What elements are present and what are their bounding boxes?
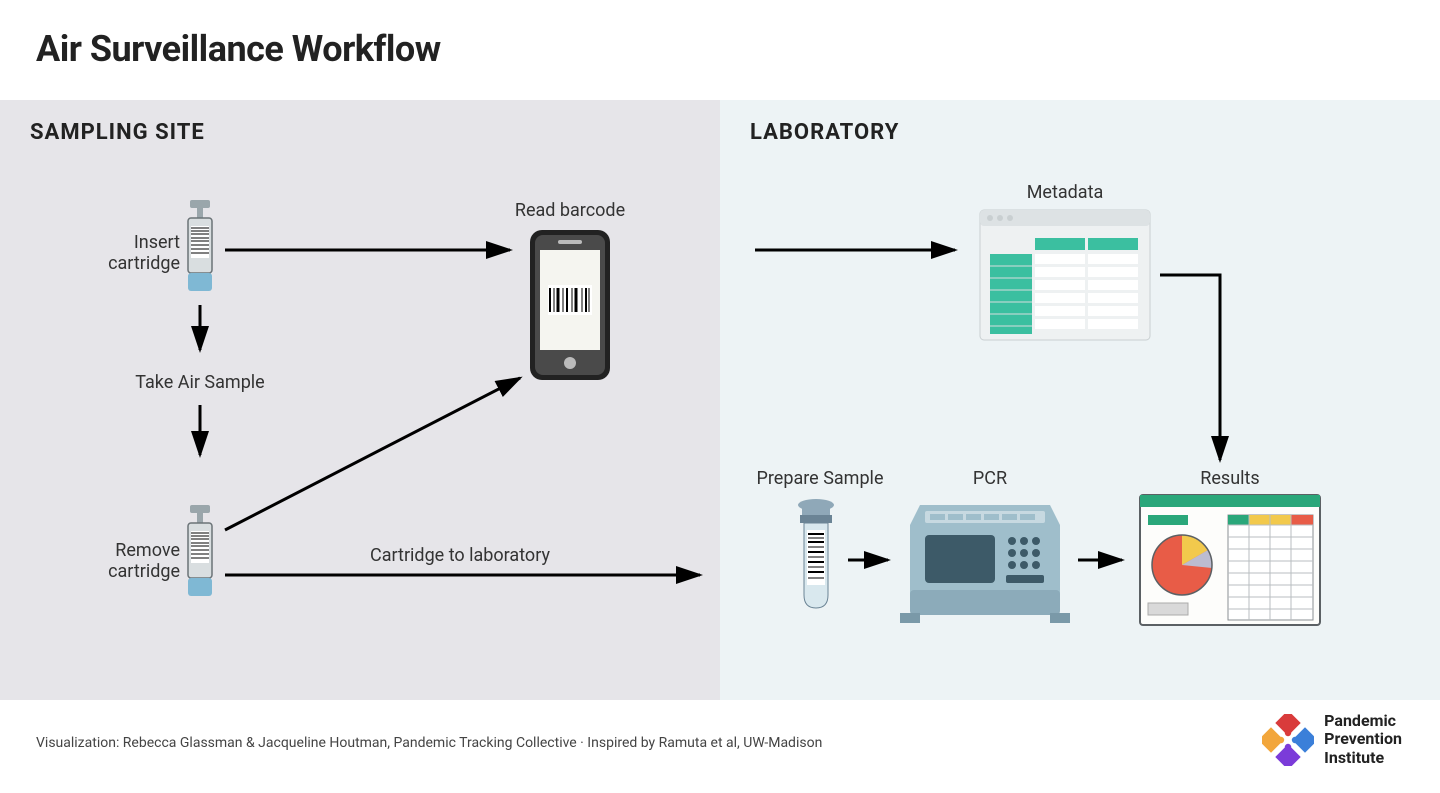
- logo-icon: [1262, 714, 1314, 766]
- brand-name: Pandemic Prevention Institute: [1324, 712, 1402, 767]
- panels: SAMPLING SITE LABORATORY: [0, 100, 1440, 700]
- section-label-left: SAMPLING SITE: [30, 120, 690, 145]
- caption-remove-cartridge: Remove cartridge: [65, 540, 180, 582]
- caption-pcr: PCR: [960, 468, 1020, 489]
- brand-logo: Pandemic Prevention Institute: [1262, 712, 1402, 767]
- caption-insert-cartridge: Insert cartridge: [70, 232, 180, 274]
- panel-sampling-site: SAMPLING SITE: [0, 100, 720, 700]
- caption-prepare-sample: Prepare Sample: [755, 468, 885, 489]
- page-title: Air Surveillance Workflow: [36, 28, 441, 70]
- caption-results: Results: [1190, 468, 1270, 489]
- credit-line: Visualization: Rebecca Glassman & Jacque…: [36, 735, 822, 751]
- caption-metadata: Metadata: [1005, 182, 1125, 203]
- caption-cartridge-to-lab: Cartridge to laboratory: [330, 545, 590, 566]
- caption-take-air-sample: Take Air Sample: [130, 372, 270, 393]
- section-label-right: LABORATORY: [750, 120, 1410, 145]
- caption-read-barcode: Read barcode: [490, 200, 650, 221]
